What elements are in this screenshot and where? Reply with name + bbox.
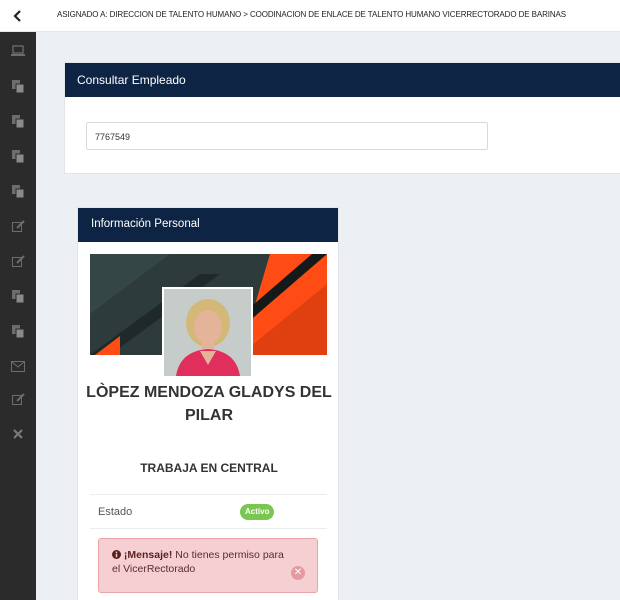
- chevron-left-icon: [13, 10, 21, 22]
- sidebar: [0, 32, 36, 600]
- info-icon: [112, 550, 121, 559]
- close-icon[interactable]: [9, 425, 27, 443]
- back-button[interactable]: [0, 0, 36, 32]
- work-location: TRABAJA EN CENTRAL: [140, 461, 278, 475]
- permission-alert: ¡Mensaje! No tienes permiso para el Vice…: [98, 538, 318, 593]
- personal-info-title: Información Personal: [78, 208, 338, 242]
- edit-icon[interactable]: [9, 252, 27, 270]
- laptop-icon[interactable]: [9, 42, 27, 60]
- copy-icon[interactable]: [9, 287, 27, 305]
- status-badge: Activo: [240, 504, 275, 520]
- envelope-icon[interactable]: [9, 357, 27, 375]
- top-bar: ASIGNADO A: DIRECCION DE TALENTO HUMANO …: [0, 0, 620, 32]
- status-row: Estado Activo: [90, 494, 327, 529]
- edit-icon[interactable]: [9, 390, 27, 408]
- personal-info-card: Información Personal LÒPEZ MENDOZA GLADY…: [77, 207, 339, 600]
- close-icon[interactable]: ✕: [291, 566, 305, 580]
- breadcrumb: ASIGNADO A: DIRECCION DE TALENTO HUMANO …: [57, 10, 567, 19]
- edit-icon[interactable]: [9, 217, 27, 235]
- employee-name: LÒPEZ MENDOZA GLADYS DEL PILAR: [86, 384, 332, 424]
- search-panel: Consultar Empleado 7767549: [64, 62, 620, 174]
- search-panel-title: Consultar Empleado: [65, 63, 620, 97]
- copy-icon[interactable]: [9, 322, 27, 340]
- copy-icon[interactable]: [9, 147, 27, 165]
- avatar: [162, 287, 253, 378]
- copy-icon[interactable]: [9, 77, 27, 95]
- alert-title: ¡Mensaje!: [123, 549, 173, 561]
- copy-icon[interactable]: [9, 182, 27, 200]
- employee-id-input[interactable]: 7767549: [86, 122, 488, 150]
- copy-icon[interactable]: [9, 112, 27, 130]
- status-label: Estado: [98, 506, 133, 518]
